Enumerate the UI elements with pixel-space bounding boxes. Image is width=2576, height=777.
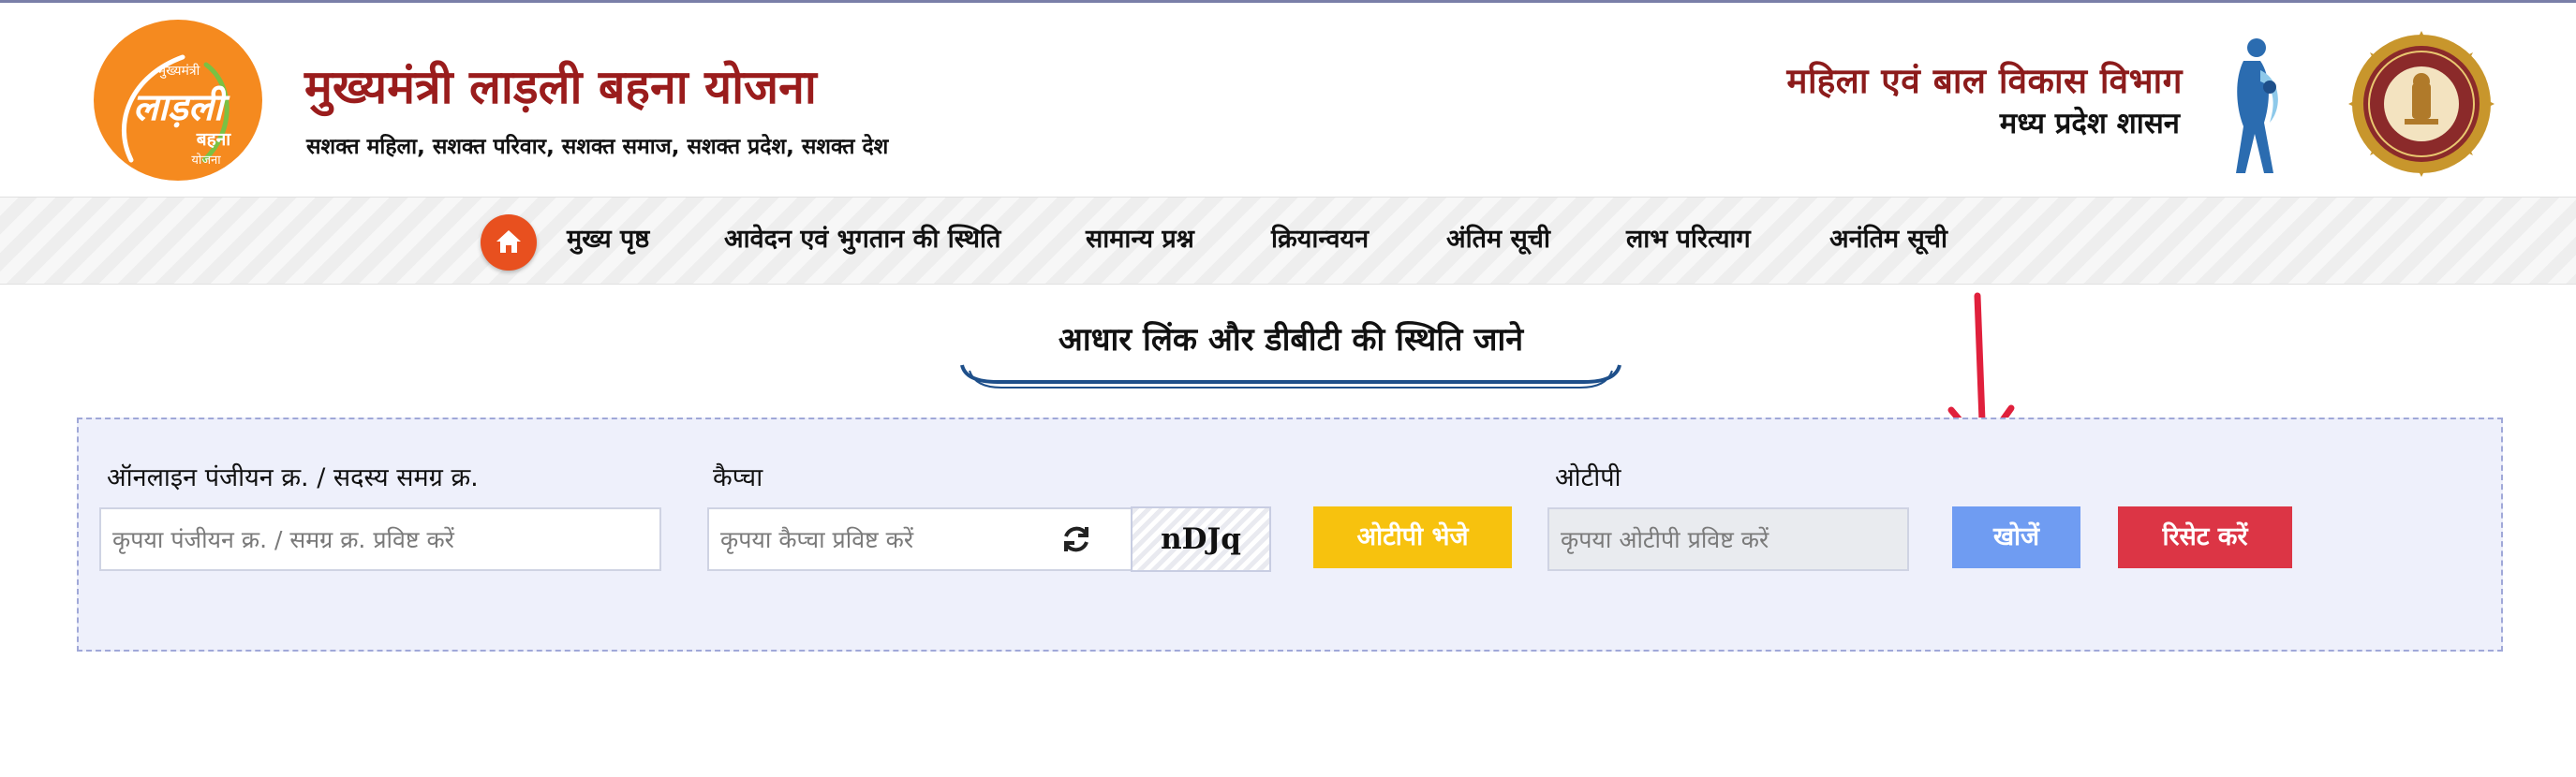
nav-application-payment-status[interactable]: आवेदन एवं भुगतान की स्थिति <box>724 218 1000 261</box>
ladli-behna-logo[interactable]: मुख्यमंत्री लाड़ली बहना योजना <box>94 20 262 181</box>
home-button[interactable] <box>481 214 537 271</box>
section-title: आधार लिंक और डीबीटी की स्थिति जाने <box>1058 321 1524 359</box>
nav-faq[interactable]: सामान्य प्रश्न <box>1086 218 1194 261</box>
nav-benefit-relinquish[interactable]: लाभ परित्याग <box>1626 218 1751 261</box>
otp-input[interactable] <box>1547 507 1909 571</box>
mother-child-emblem-icon <box>2236 38 2278 173</box>
nav-main-page[interactable]: मुख्य पृष्ठ <box>567 218 649 261</box>
nav-implementation[interactable]: क्रियान्वयन <box>1271 218 1369 261</box>
mp-government-seal-icon <box>2348 31 2495 177</box>
logo-bahna-text: बहना <box>196 129 231 150</box>
site-header: मुख्यमंत्री लाड़ली बहना योजना मुख्यमंत्र… <box>0 3 2576 197</box>
registration-label: ऑनलाइन पंजीयन क्र. / सदस्य समग्र क्र. <box>107 463 479 492</box>
home-icon <box>496 230 521 253</box>
site-title[interactable]: मुख्यमंत्री लाड़ली बहना योजना <box>304 53 817 117</box>
captcha-image: nDJq <box>1131 506 1271 572</box>
refresh-icon[interactable] <box>1060 523 1092 555</box>
site-tagline: सशक्त महिला, सशक्त परिवार, सशक्त समाज, स… <box>306 135 889 159</box>
title-underline-decoration <box>960 364 1621 388</box>
otp-label: ओटीपी <box>1555 463 1621 492</box>
logo-main-text: लाड़ली <box>132 85 224 129</box>
nav-final-list[interactable]: अंतिम सूची <box>1446 218 1550 261</box>
search-button[interactable]: खोजें <box>1952 506 2080 568</box>
reset-button[interactable]: रिसेट करें <box>2118 506 2292 568</box>
government-name: मध्य प्रदेश शासन <box>1999 107 2180 140</box>
captcha-label: कैप्चा <box>713 463 763 492</box>
registration-number-input[interactable] <box>99 507 661 571</box>
main-navbar: मुख्य पृष्ठ आवेदन एवं भुगतान की स्थिति स… <box>0 197 2576 285</box>
status-search-form: ऑनलाइन पंजीयन क्र. / सदस्य समग्र क्र. कै… <box>77 418 2503 652</box>
department-name: महिला एवं बाल विकास विभाग <box>1786 60 2183 101</box>
logo-top-text: मुख्यमंत्री <box>157 64 200 79</box>
nav-provisional-list[interactable]: अनंतिम सूची <box>1829 218 1947 261</box>
send-otp-button[interactable]: ओटीपी भेजे <box>1313 506 1512 568</box>
logo-yojana-text: योजना <box>191 154 221 168</box>
